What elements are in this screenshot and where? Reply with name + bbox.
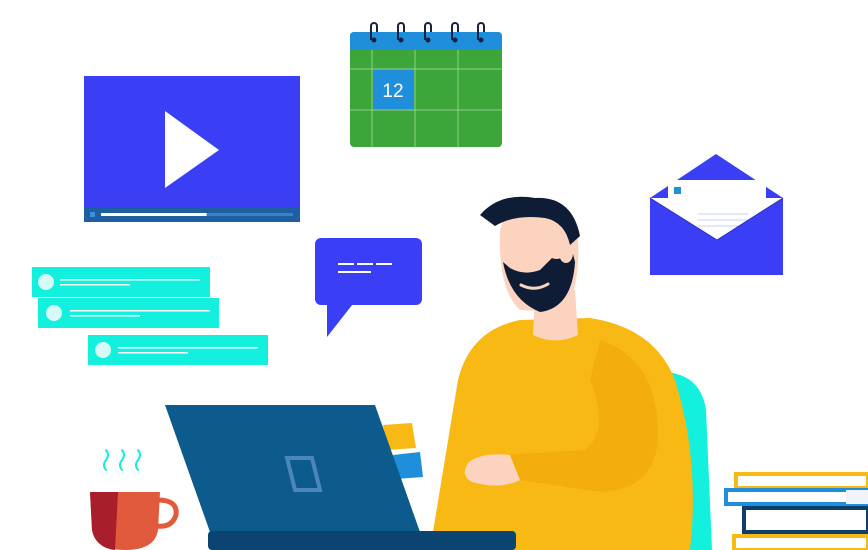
calendar-icon: 12 bbox=[350, 22, 502, 147]
message-item bbox=[88, 335, 268, 365]
steam bbox=[103, 449, 141, 471]
chat-bubble-icon bbox=[315, 238, 422, 337]
illustration-scene: 12 bbox=[32, 22, 868, 550]
envelope-icon bbox=[649, 154, 784, 275]
coffee-mug-icon bbox=[90, 449, 179, 550]
laptop-lid bbox=[165, 405, 420, 532]
message-item bbox=[38, 298, 219, 328]
video-player bbox=[84, 76, 300, 222]
video-control-dot bbox=[90, 212, 95, 217]
laptop-base bbox=[208, 531, 516, 550]
message-list bbox=[32, 267, 268, 365]
calendar-day-number: 12 bbox=[382, 81, 403, 102]
video-progress-fill bbox=[101, 213, 207, 216]
books-icon bbox=[724, 472, 868, 550]
message-item bbox=[32, 267, 210, 297]
